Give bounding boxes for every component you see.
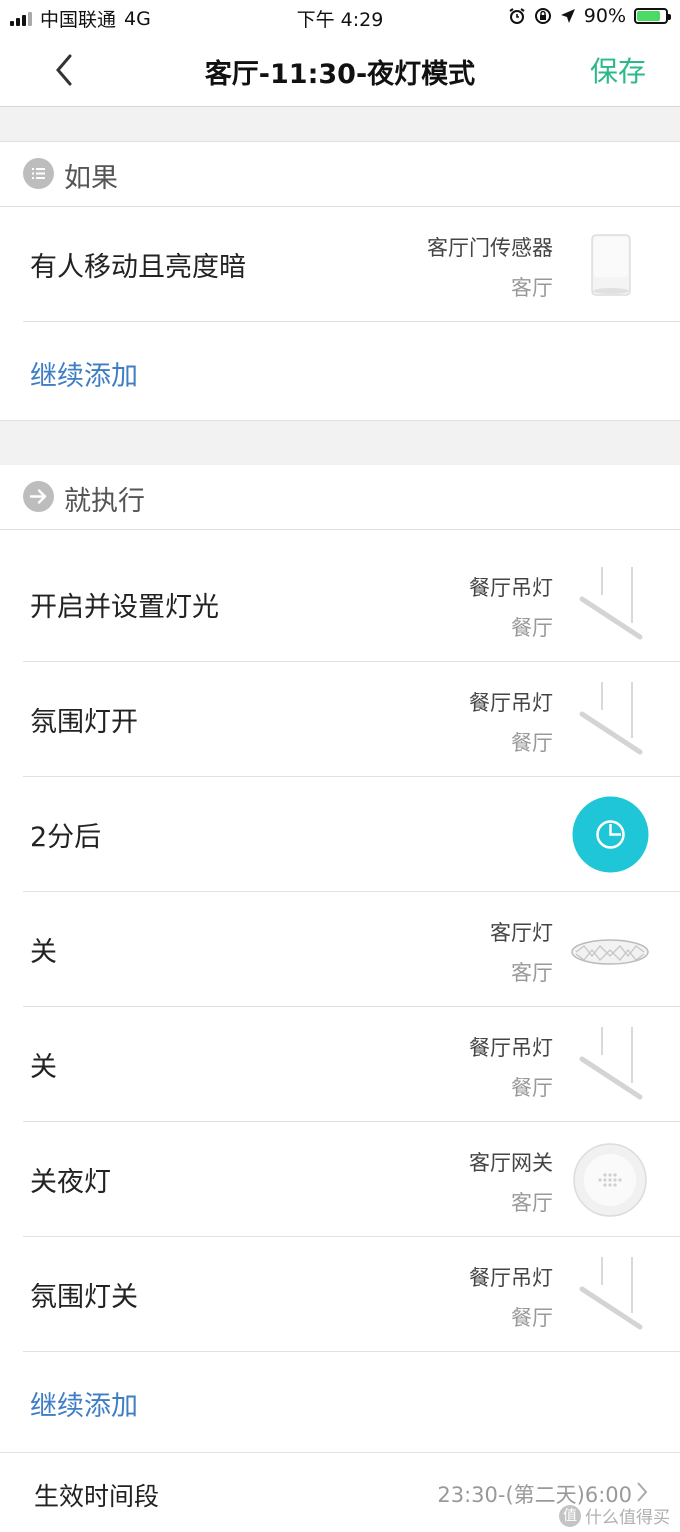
device-room: 餐厅 bbox=[511, 1306, 553, 1330]
device-name: 客厅灯 bbox=[490, 921, 553, 945]
action-label: 关夜灯 bbox=[30, 1167, 111, 1198]
action-label: 开启并设置灯光 bbox=[30, 592, 219, 623]
battery-percent: 90% bbox=[583, 5, 626, 27]
list-icon bbox=[23, 158, 54, 189]
device-name: 餐厅吊灯 bbox=[469, 1266, 553, 1290]
effective-time-label: 生效时间段 bbox=[34, 1482, 160, 1511]
add-action: 继续添加 bbox=[0, 1352, 680, 1450]
add-action-link[interactable]: 继续添加 bbox=[30, 1384, 138, 1423]
device-name: 餐厅吊灯 bbox=[469, 576, 553, 600]
effective-time-row[interactable]: 生效时间段 23:30-(第二天)6:00 值 什么值得买 bbox=[0, 1452, 680, 1532]
action-label: 关 bbox=[30, 1052, 57, 1083]
action-label: 氛围灯关 bbox=[30, 1282, 138, 1313]
condition-row[interactable]: 有人移动且亮度暗 客厅门传感器 客厅 bbox=[0, 207, 680, 322]
device-room: 客厅 bbox=[511, 961, 553, 985]
navigation-bar: 客厅-11:30-夜灯模式 保存 bbox=[0, 34, 680, 107]
timer-icon bbox=[572, 796, 649, 873]
action-row[interactable]: 关夜灯 客厅网关 客厅 bbox=[0, 1122, 680, 1237]
if-section-header: 如果 bbox=[0, 142, 680, 207]
device-room: 客厅 bbox=[511, 276, 553, 300]
page-title: 客厅-11:30-夜灯模式 bbox=[204, 59, 476, 90]
status-bar: 中国联通 4G 下午 4:29 90% bbox=[0, 0, 680, 34]
device-name: 客厅网关 bbox=[469, 1151, 553, 1175]
pendant-light-icon bbox=[579, 1027, 643, 1100]
device-name: 餐厅吊灯 bbox=[469, 1036, 553, 1060]
ceiling-light-icon bbox=[571, 939, 649, 965]
then-section-header: 就执行 bbox=[0, 465, 680, 530]
if-section-label: 如果 bbox=[64, 163, 118, 194]
save-button[interactable]: 保存 bbox=[590, 50, 646, 90]
action-row[interactable]: 开启并设置灯光 餐厅吊灯 餐厅 bbox=[0, 547, 680, 662]
delay-label: 2分后 bbox=[30, 822, 102, 853]
condition-label: 有人移动且亮度暗 bbox=[30, 252, 246, 283]
gateway-icon bbox=[573, 1143, 647, 1217]
battery-icon bbox=[634, 8, 671, 24]
rotation-lock-icon bbox=[534, 8, 551, 24]
add-condition-link[interactable]: 继续添加 bbox=[30, 354, 138, 393]
add-condition: 继续添加 bbox=[0, 322, 680, 420]
then-section-label: 就执行 bbox=[64, 486, 145, 517]
section-spacer bbox=[0, 420, 680, 466]
device-room: 餐厅 bbox=[511, 1076, 553, 1100]
action-row[interactable]: 氛围灯开 餐厅吊灯 餐厅 bbox=[0, 662, 680, 777]
arrow-right-icon bbox=[23, 481, 54, 512]
pendant-light-icon bbox=[579, 682, 643, 755]
motion-sensor-icon bbox=[591, 234, 631, 296]
watermark-logo: 值 bbox=[559, 1504, 581, 1527]
action-row[interactable]: 氛围灯关 餐厅吊灯 餐厅 bbox=[0, 1237, 680, 1352]
device-name: 餐厅吊灯 bbox=[469, 691, 553, 715]
device-room: 餐厅 bbox=[511, 616, 553, 640]
action-row[interactable]: 关 客厅灯 客厅 bbox=[0, 892, 680, 1007]
action-label: 氛围灯开 bbox=[30, 707, 138, 738]
device-room: 客厅 bbox=[511, 1191, 553, 1215]
pendant-light-icon bbox=[579, 1257, 643, 1330]
watermark-text: 什么值得买 bbox=[585, 1508, 670, 1528]
alarm-icon bbox=[509, 8, 525, 24]
device-name: 客厅门传感器 bbox=[427, 236, 553, 260]
pendant-light-icon bbox=[579, 567, 643, 640]
chevron-right-icon bbox=[637, 1482, 648, 1502]
delay-row[interactable]: 2分后 bbox=[0, 777, 680, 892]
divider bbox=[23, 530, 680, 548]
location-icon bbox=[560, 9, 575, 23]
device-room: 餐厅 bbox=[511, 731, 553, 755]
watermark: 值 什么值得买 bbox=[559, 1503, 670, 1528]
action-label: 关 bbox=[30, 937, 57, 968]
action-row[interactable]: 关 餐厅吊灯 餐厅 bbox=[0, 1007, 680, 1122]
section-spacer bbox=[0, 107, 680, 142]
